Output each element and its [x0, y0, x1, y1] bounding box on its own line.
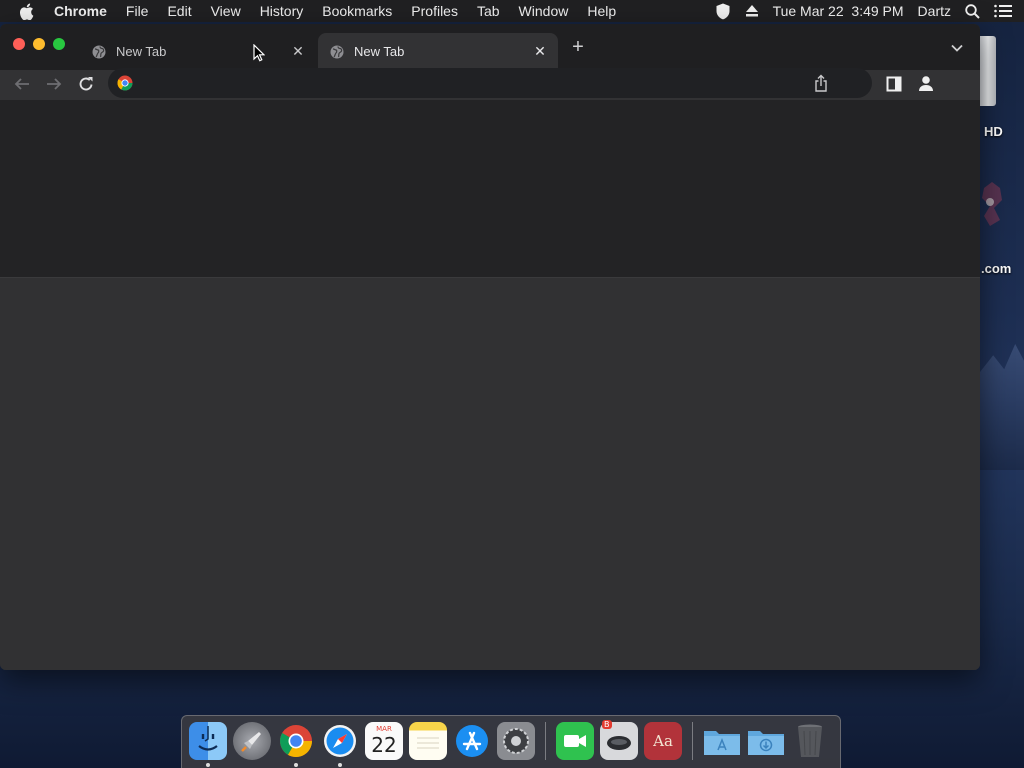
- calendar-day: 22: [371, 733, 397, 757]
- back-arrow-icon[interactable]: [12, 74, 32, 94]
- globe-icon: [92, 45, 106, 59]
- calendar-icon: MAR 22: [365, 722, 403, 757]
- trash-icon: [798, 724, 822, 757]
- menu-history[interactable]: History: [260, 3, 304, 19]
- dock-separator: [692, 722, 693, 760]
- dock-bluebird[interactable]: B: [600, 720, 638, 760]
- bluebird-icon: [607, 736, 631, 750]
- tab-search-chevron-down-icon[interactable]: [948, 40, 966, 56]
- finder-icon: [198, 726, 218, 751]
- running-indicator: [206, 763, 210, 767]
- launchpad-icon: [241, 732, 261, 752]
- menu-edit[interactable]: Edit: [167, 3, 191, 19]
- dock: MAR 22 B Aa: [181, 715, 841, 768]
- menu-file[interactable]: File: [126, 3, 149, 19]
- tab-title: New Tab: [354, 44, 405, 59]
- menu-help[interactable]: Help: [587, 3, 616, 19]
- system-preferences-icon: [503, 728, 529, 754]
- dock-separator: [545, 722, 546, 760]
- downloads-folder-icon: [748, 731, 784, 755]
- window-zoom-button[interactable]: [53, 38, 65, 50]
- notes-icon: [417, 737, 439, 749]
- dock-finder[interactable]: [189, 722, 227, 767]
- hard-disk-icon[interactable]: [980, 36, 996, 106]
- menu-profiles[interactable]: Profiles: [411, 3, 458, 19]
- dock-notes[interactable]: [409, 722, 447, 760]
- menubar-clock[interactable]: Tue Mar 22 3:49 PM: [773, 3, 904, 19]
- calendar-month: MAR: [376, 725, 392, 733]
- globe-icon: [330, 45, 344, 59]
- forward-arrow-icon[interactable]: [44, 74, 64, 94]
- side-panel-icon[interactable]: [886, 76, 902, 92]
- applications-folder-icon: [704, 731, 740, 755]
- control-center-icon[interactable]: [994, 4, 1012, 18]
- menubar-user[interactable]: Dartz: [918, 3, 951, 19]
- dock-calendar[interactable]: MAR 22: [365, 722, 403, 760]
- shield-icon[interactable]: [715, 3, 731, 20]
- google-icon: [117, 75, 133, 91]
- desktop-file-icon[interactable]: [980, 180, 1004, 230]
- dock-system-preferences[interactable]: [497, 722, 535, 760]
- share-icon[interactable]: [814, 74, 828, 92]
- menu-app-chrome[interactable]: Chrome: [54, 3, 107, 19]
- wallpaper-mountains: [980, 344, 1024, 470]
- new-tab-plus-icon[interactable]: +: [568, 37, 588, 58]
- facetime-icon: [564, 735, 586, 747]
- menu-window[interactable]: Window: [519, 3, 569, 19]
- address-bar[interactable]: [108, 68, 872, 98]
- dock-safari[interactable]: [321, 722, 359, 767]
- running-indicator: [338, 763, 342, 767]
- bluebird-badge: B: [602, 720, 612, 729]
- desktop-label-hd[interactable]: HD: [984, 124, 1003, 139]
- browser-toolbar: [0, 68, 980, 98]
- dock-dictionary[interactable]: Aa: [644, 722, 682, 760]
- tab-new-tab-1[interactable]: New Tab ✕: [80, 33, 316, 70]
- menu-tab[interactable]: Tab: [477, 3, 500, 19]
- spotlight-search-icon[interactable]: [965, 3, 980, 19]
- eject-icon[interactable]: [745, 5, 759, 17]
- dictionary-icon: Aa: [653, 732, 673, 750]
- window-minimize-button[interactable]: [33, 38, 45, 50]
- chrome-icon: [280, 725, 313, 758]
- dock-chrome[interactable]: [277, 722, 315, 767]
- dock-facetime[interactable]: [556, 722, 594, 760]
- browser-window: New Tab ✕ New Tab ✕ +: [0, 24, 980, 670]
- dock-launchpad[interactable]: [233, 722, 271, 760]
- dock-app-store[interactable]: [453, 722, 491, 760]
- apple-logo-icon[interactable]: [20, 2, 36, 20]
- desktop-label-com[interactable]: .com: [981, 261, 1011, 276]
- menu-bookmarks[interactable]: Bookmarks: [322, 3, 392, 19]
- safari-icon: [324, 725, 356, 757]
- menu-bar: Chrome File Edit View History Bookmarks …: [0, 0, 1024, 22]
- tab-new-tab-2[interactable]: New Tab ✕: [318, 33, 558, 70]
- close-tab-icon[interactable]: ✕: [290, 43, 306, 60]
- status-area: Tue Mar 22 3:49 PM Dartz: [715, 0, 1024, 22]
- dock-downloads-folder[interactable]: [747, 722, 785, 760]
- dock-trash[interactable]: [791, 722, 829, 760]
- page-content-top: [0, 100, 980, 278]
- dock-applications-folder[interactable]: [703, 722, 741, 760]
- close-tab-icon[interactable]: ✕: [532, 43, 548, 60]
- address-input[interactable]: [142, 73, 786, 95]
- page-content-bottom: [0, 278, 980, 670]
- window-close-button[interactable]: [13, 38, 25, 50]
- profile-icon[interactable]: [918, 75, 934, 93]
- reload-icon[interactable]: [76, 74, 96, 94]
- app-store-icon: [456, 725, 488, 757]
- mouse-pointer-icon: [253, 43, 266, 62]
- running-indicator: [294, 763, 298, 767]
- tab-strip: New Tab ✕ New Tab ✕ +: [0, 24, 980, 70]
- menu-view[interactable]: View: [211, 3, 241, 19]
